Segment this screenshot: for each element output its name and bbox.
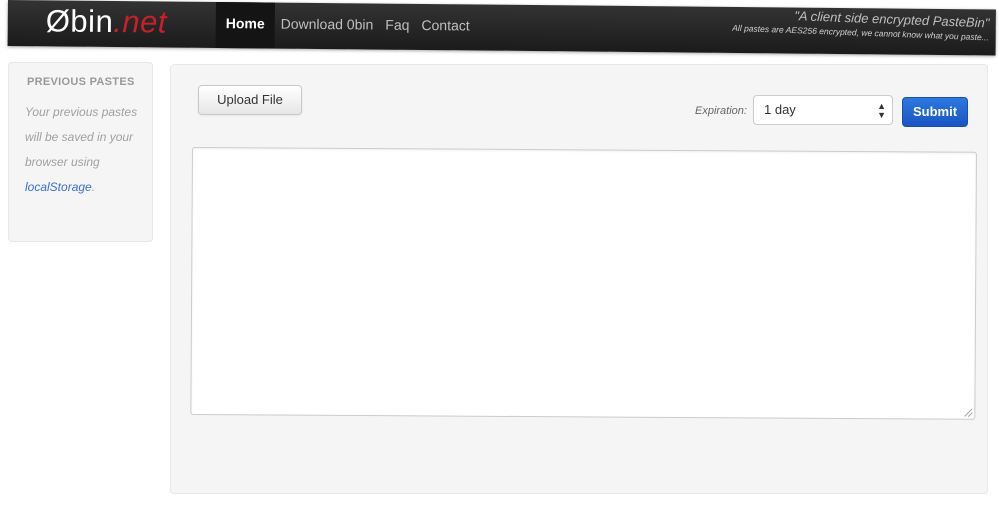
updown-arrows-icon: ▲ ▼ <box>877 101 886 120</box>
upload-file-button[interactable]: Upload File <box>198 85 302 115</box>
top-navbar: Øbin.net Home Download 0bin Faq Contact … <box>7 0 996 56</box>
expiration-value: 1 day <box>764 102 796 117</box>
previous-pastes-period: . <box>91 180 96 194</box>
brand-suffix: .net <box>113 4 168 40</box>
brand-name: Øbin <box>45 3 114 40</box>
brand-logo[interactable]: Øbin.net <box>46 2 168 41</box>
expiration-label: Expiration: <box>695 105 747 117</box>
nav-faq[interactable]: Faq <box>379 4 416 50</box>
nav-contact[interactable]: Contact <box>415 4 476 51</box>
previous-pastes-panel: PREVIOUS PASTES Your previous pastes wil… <box>8 62 153 242</box>
previous-pastes-title: PREVIOUS PASTES <box>27 76 135 88</box>
nav-home[interactable]: Home <box>215 1 275 49</box>
tagline: "A client side encrypted PasteBin" All p… <box>732 6 990 42</box>
localstorage-link[interactable]: localStorage <box>25 180 92 194</box>
resize-grip-icon[interactable] <box>964 408 973 417</box>
previous-pastes-text: Your previous pastes will be saved in yo… <box>25 100 138 200</box>
previous-pastes-description: Your previous pastes will be saved in yo… <box>25 105 138 169</box>
main-nav: Home Download 0bin Faq Contact <box>215 1 476 51</box>
nav-download[interactable]: Download 0bin <box>274 3 379 50</box>
submit-button[interactable]: Submit <box>902 97 968 127</box>
paste-form: Upload File Expiration: 1 day ▲ ▼ Submit <box>170 64 988 494</box>
paste-textarea[interactable] <box>190 147 977 420</box>
expiration-select[interactable]: 1 day ▲ ▼ <box>753 95 893 125</box>
